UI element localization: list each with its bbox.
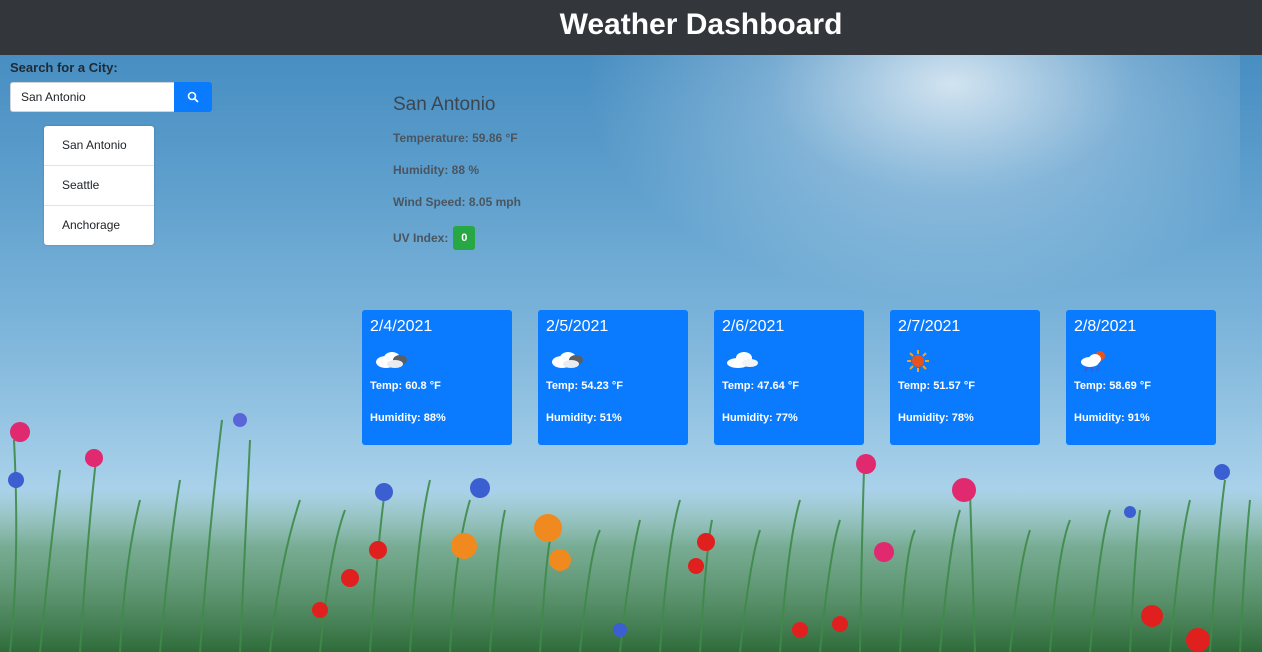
history-item-anchorage[interactable]: Anchorage: [44, 206, 154, 245]
cloud-icon: [727, 352, 758, 368]
forecast-date: 2/8/2021: [1074, 318, 1137, 335]
forecast-card: 2/4/2021 Temp: 60.8 °F Humidity: 88%: [362, 310, 512, 445]
history-item-seattle[interactable]: Seattle: [44, 166, 154, 206]
search-label: Search for a City:: [10, 60, 118, 75]
forecast-date: 2/7/2021: [898, 318, 961, 335]
current-wind-speed: Wind Speed: 8.05 mph: [393, 195, 521, 209]
sun-icon: [907, 350, 929, 372]
forecast-humidity: Humidity: 77%: [722, 412, 798, 424]
city-search-input[interactable]: [10, 82, 174, 112]
history-item-san-antonio[interactable]: San Antonio: [44, 126, 154, 166]
forecast-humidity: Humidity: 78%: [898, 412, 974, 424]
current-temperature: Temperature: 59.86 °F: [393, 131, 518, 145]
forecast-card: 2/5/2021 Temp: 54.23 °F Humidity: 51%: [538, 310, 688, 445]
app-header: Weather Dashboard: [0, 0, 1262, 55]
sun-rain-icon: [1081, 351, 1105, 373]
forecast-card: 2/8/2021 Temp: 58.69 °F Humidity: 91%: [1066, 310, 1216, 445]
search-icon: [187, 91, 199, 103]
background-sun-glow: [520, 20, 1240, 340]
forecast-date: 2/4/2021: [370, 318, 433, 335]
forecast-humidity: Humidity: 51%: [546, 412, 622, 424]
forecast-temp: Temp: 51.57 °F: [898, 380, 975, 392]
forecast-temp: Temp: 58.69 °F: [1074, 380, 1151, 392]
current-humidity: Humidity: 88 %: [393, 163, 480, 177]
forecast-date: 2/5/2021: [546, 318, 609, 335]
cloud-rain-icon: [376, 352, 407, 368]
forecast-humidity: Humidity: 91%: [1074, 412, 1150, 424]
search-button[interactable]: [174, 82, 212, 112]
forecast-temp: Temp: 54.23 °F: [546, 380, 623, 392]
forecast-card: 2/6/2021 Temp: 47.64 °F Humidity: 77%: [714, 310, 864, 445]
search-history-list: San Antonio Seattle Anchorage: [44, 126, 154, 245]
forecast-card: 2/7/2021 Temp: 51.57 °F Humidity: 78%: [890, 310, 1040, 445]
forecast-temp: Temp: 47.64 °F: [722, 380, 799, 392]
current-city-name: San Antonio: [393, 94, 496, 115]
current-weather-panel: San Antonio Temperature: 59.86 °F Humidi…: [393, 94, 521, 250]
uv-index-badge: 0: [453, 226, 476, 250]
uv-index-label: UV Index:: [393, 231, 449, 245]
forecast-temp: Temp: 60.8 °F: [370, 380, 441, 392]
forecast-humidity: Humidity: 88%: [370, 412, 446, 424]
cloud-rain-icon: [552, 352, 583, 368]
uv-index-row: UV Index: 0: [393, 226, 521, 250]
page-title: Weather Dashboard: [559, 8, 843, 41]
forecast-date: 2/6/2021: [722, 318, 785, 335]
